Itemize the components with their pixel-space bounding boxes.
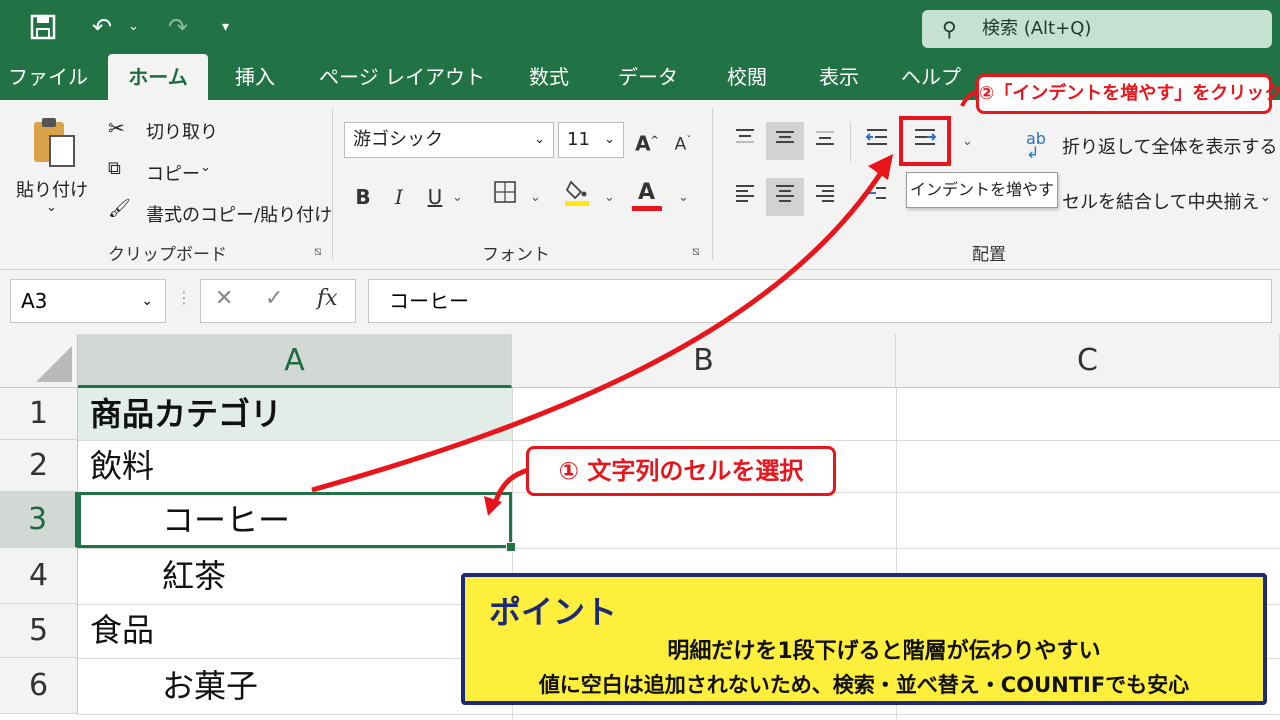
point-line-1: 明細だけを1段下げると階層が伝わりやすい [667,639,1101,664]
point-line-2: 値に空白は追加されないため、検索・並べ替え・COUNTIFでも安心 [538,673,1190,697]
point-box: ポイント 明細だけを1段下げると階層が伝わりやすい 値に空白は追加されないため、… [461,573,1267,705]
arrow-to-step2 [960,90,977,107]
step1-callout: ① 文字列のセルを選択 [526,446,836,496]
increase-indent-highlight [899,116,951,166]
point-title: ポイント [489,593,618,631]
arrow-to-cell [491,467,529,507]
arrow-to-indent-button [311,166,887,493]
step2-callout: ②「インデントを増やす」をクリック [976,74,1280,114]
